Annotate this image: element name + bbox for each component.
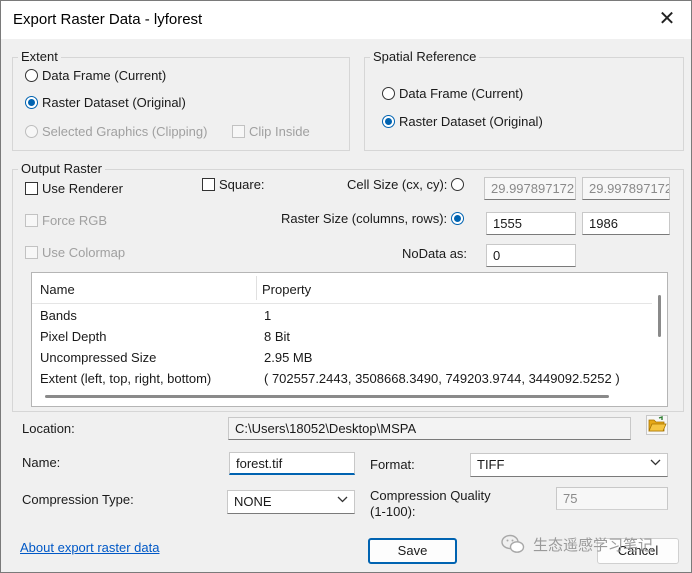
compression-quality-label-line2: (1-100): [370,504,416,519]
table-row[interactable]: Uncompressed Size 2.95 MB [32,348,652,369]
raster-rows-field[interactable]: 1986 [582,212,670,235]
raster-properties-list[interactable]: Name Property Bands 1 Pixel Depth 8 Bit … [31,272,668,407]
use-renderer-checkbox[interactable] [25,182,38,195]
extent-data-frame-radio[interactable] [25,69,38,82]
table-row[interactable]: Extent (left, top, right, bottom) ( 7025… [32,369,652,390]
sr-data-frame-radio[interactable] [382,87,395,100]
property-name: Bands [40,308,77,323]
column-divider[interactable] [256,276,257,300]
compression-type-select[interactable]: NONE [227,490,355,514]
name-column-header[interactable]: Name [40,282,75,297]
nodata-field[interactable]: 0 [486,244,576,267]
sr-data-frame-label: Data Frame (Current) [399,86,524,101]
sr-raster-dataset-label: Raster Dataset (Original) [399,114,543,129]
table-row[interactable]: Pixel Depth 8 Bit [32,327,652,348]
name-label: Name: [22,455,61,470]
force-rgb-label: Force RGB [42,213,108,228]
raster-size-label: Raster Size (columns, rows): [281,211,448,226]
compression-type-label: Compression Type: [22,492,134,507]
property-name: Pixel Depth [40,329,107,344]
extent-selected-graphics-radio [25,125,38,138]
property-value: ( 702557.2443, 3508668.3490, 749203.9744… [264,371,620,386]
chevron-down-icon-graphic [337,496,348,503]
sr-raster-dataset-radio[interactable] [382,115,395,128]
properties-header: Name Property [32,273,652,304]
watermark: 生态遥感学习笔记 [501,533,653,555]
property-value: 1 [264,308,272,323]
spatial-reference-group: Spatial Reference [364,49,684,151]
clip-inside-label: Clip Inside [249,124,310,139]
watermark-text: 生态遥感学习笔记 [533,536,654,554]
property-value: 2.95 MB [264,350,313,365]
format-value: TIFF [477,457,505,472]
location-label: Location: [22,421,75,436]
horizontal-scrollbar[interactable] [45,395,609,398]
square-label: Square: [219,177,265,192]
format-label: Format: [370,457,415,472]
compression-type-value: NONE [234,494,272,509]
use-colormap-option: Use Colormap [25,245,125,260]
property-value: 8 Bit [264,329,291,344]
use-colormap-checkbox [25,246,38,259]
table-row[interactable]: Bands 1 [32,306,652,327]
chevron-down-icon [650,457,661,471]
name-input[interactable]: forest.tif [229,452,355,475]
window-title: Export Raster Data - lyforest [13,11,203,28]
force-rgb-option: Force RGB [25,213,107,228]
wechat-icon [501,534,525,553]
compression-quality-label-line1: Compression Quality [370,488,491,503]
extent-raster-dataset-option[interactable]: Raster Dataset (Original) [25,95,186,110]
cell-size-option[interactable]: Cell Size (cx, cy): [347,177,468,192]
cell-size-label: Cell Size (cx, cy): [347,177,448,192]
format-select[interactable]: TIFF [470,453,668,477]
cell-size-cx-field[interactable]: 29.997897172 [484,177,576,200]
clip-inside-checkbox [232,125,245,138]
chevron-down-icon-graphic [650,459,661,466]
nodata-label: NoData as: [402,246,468,261]
export-raster-dialog: Export Raster Data - lyforest ✕ Extent D… [0,0,692,573]
property-name: Extent (left, top, right, bottom) [40,371,212,386]
raster-columns-field[interactable]: 1555 [486,212,576,235]
cell-size-cy-field[interactable]: 29.997897172 [582,177,670,200]
clip-inside-option: Clip Inside [232,124,310,139]
extent-data-frame-label: Data Frame (Current) [42,68,167,83]
title-bar: Export Raster Data - lyforest ✕ [1,1,691,39]
use-renderer-label: Use Renderer [42,181,123,196]
square-option[interactable]: Square: [202,177,265,192]
about-export-raster-link[interactable]: About export raster data [20,540,159,555]
sr-data-frame-option[interactable]: Data Frame (Current) [382,86,523,101]
property-name: Uncompressed Size [40,350,157,365]
extent-data-frame-option[interactable]: Data Frame (Current) [25,68,166,83]
folder-open-icon-graphic [646,415,668,435]
location-field[interactable]: C:\Users\18052\Desktop\MSPA [228,417,631,440]
property-column-header[interactable]: Property [262,282,311,297]
close-icon[interactable]: ✕ [655,7,679,31]
use-renderer-option[interactable]: Use Renderer [25,181,123,196]
save-button[interactable]: Save [368,538,457,564]
extent-selected-graphics-label: Selected Graphics (Clipping) [42,124,208,139]
extent-selected-graphics-option: Selected Graphics (Clipping) [25,124,207,139]
compression-quality-label: Compression Quality (1-100): [370,488,491,520]
raster-size-option[interactable]: Raster Size (columns, rows): [281,211,468,226]
raster-size-radio[interactable] [451,212,465,225]
square-checkbox[interactable] [202,178,215,191]
use-colormap-label: Use Colormap [42,245,126,260]
spatial-reference-legend: Spatial Reference [370,49,480,64]
extent-raster-dataset-label: Raster Dataset (Original) [42,95,186,110]
vertical-scrollbar[interactable] [658,295,661,337]
sr-raster-dataset-option[interactable]: Raster Dataset (Original) [382,114,543,129]
chevron-down-icon [337,494,348,508]
cell-size-radio[interactable] [451,178,465,191]
force-rgb-checkbox [25,214,38,227]
extent-raster-dataset-radio[interactable] [25,96,38,109]
compression-quality-field[interactable]: 75 [556,487,668,510]
folder-open-icon[interactable] [646,415,668,435]
extent-legend: Extent [18,49,61,64]
output-raster-legend: Output Raster [18,161,105,176]
